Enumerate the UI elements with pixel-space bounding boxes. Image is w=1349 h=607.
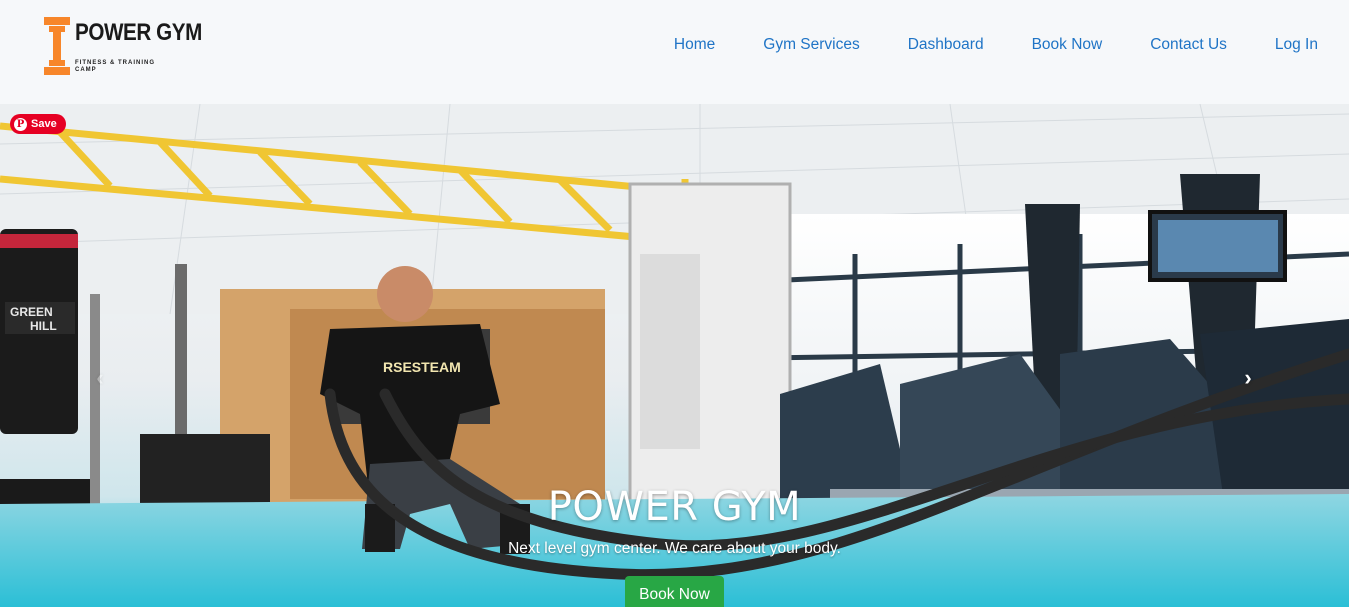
brand-logo[interactable]: POWER GYM FITNESS & TRAINING CAMP bbox=[44, 16, 202, 76]
site-header: POWER GYM FITNESS & TRAINING CAMP Home G… bbox=[0, 0, 1349, 104]
hero-subtitle: Next level gym center. We care about you… bbox=[508, 540, 841, 557]
bag-label-line1: GREEN bbox=[10, 305, 53, 319]
brand-name: POWER GYM bbox=[75, 19, 202, 46]
nav-log-in[interactable]: Log In bbox=[1275, 36, 1318, 54]
hero-title: POWER GYM bbox=[547, 484, 802, 530]
gym-hero-image: GREEN HILL RSESTEAM bbox=[0, 104, 1349, 607]
nav-home[interactable]: Home bbox=[674, 36, 715, 54]
nav-book-now[interactable]: Book Now bbox=[1032, 36, 1103, 54]
nav-contact-us[interactable]: Contact Us bbox=[1150, 36, 1227, 54]
carousel-prev-button[interactable]: ‹ bbox=[88, 365, 112, 390]
shirt-print: RSESTEAM bbox=[383, 359, 461, 375]
hero-carousel: GREEN HILL RSESTEAM P Save ‹ › POWER GYM… bbox=[0, 104, 1349, 607]
pinterest-save-button[interactable]: P Save bbox=[10, 114, 66, 134]
pinterest-icon: P bbox=[14, 117, 27, 131]
pinterest-save-label: Save bbox=[31, 118, 57, 130]
nav-gym-services[interactable]: Gym Services bbox=[763, 36, 859, 54]
nav-dashboard[interactable]: Dashboard bbox=[908, 36, 984, 54]
carousel-next-button[interactable]: › bbox=[1236, 365, 1260, 390]
hero-book-now-button[interactable]: Book Now bbox=[625, 576, 724, 607]
chevron-right-icon: › bbox=[1244, 365, 1252, 390]
brand-tagline: FITNESS & TRAINING CAMP bbox=[75, 60, 156, 73]
bag-label-line2: HILL bbox=[30, 319, 57, 333]
dumbbell-logo-icon bbox=[44, 17, 70, 75]
main-nav: Home Gym Services Dashboard Book Now Con… bbox=[674, 36, 1318, 54]
chevron-left-icon: ‹ bbox=[96, 365, 104, 390]
